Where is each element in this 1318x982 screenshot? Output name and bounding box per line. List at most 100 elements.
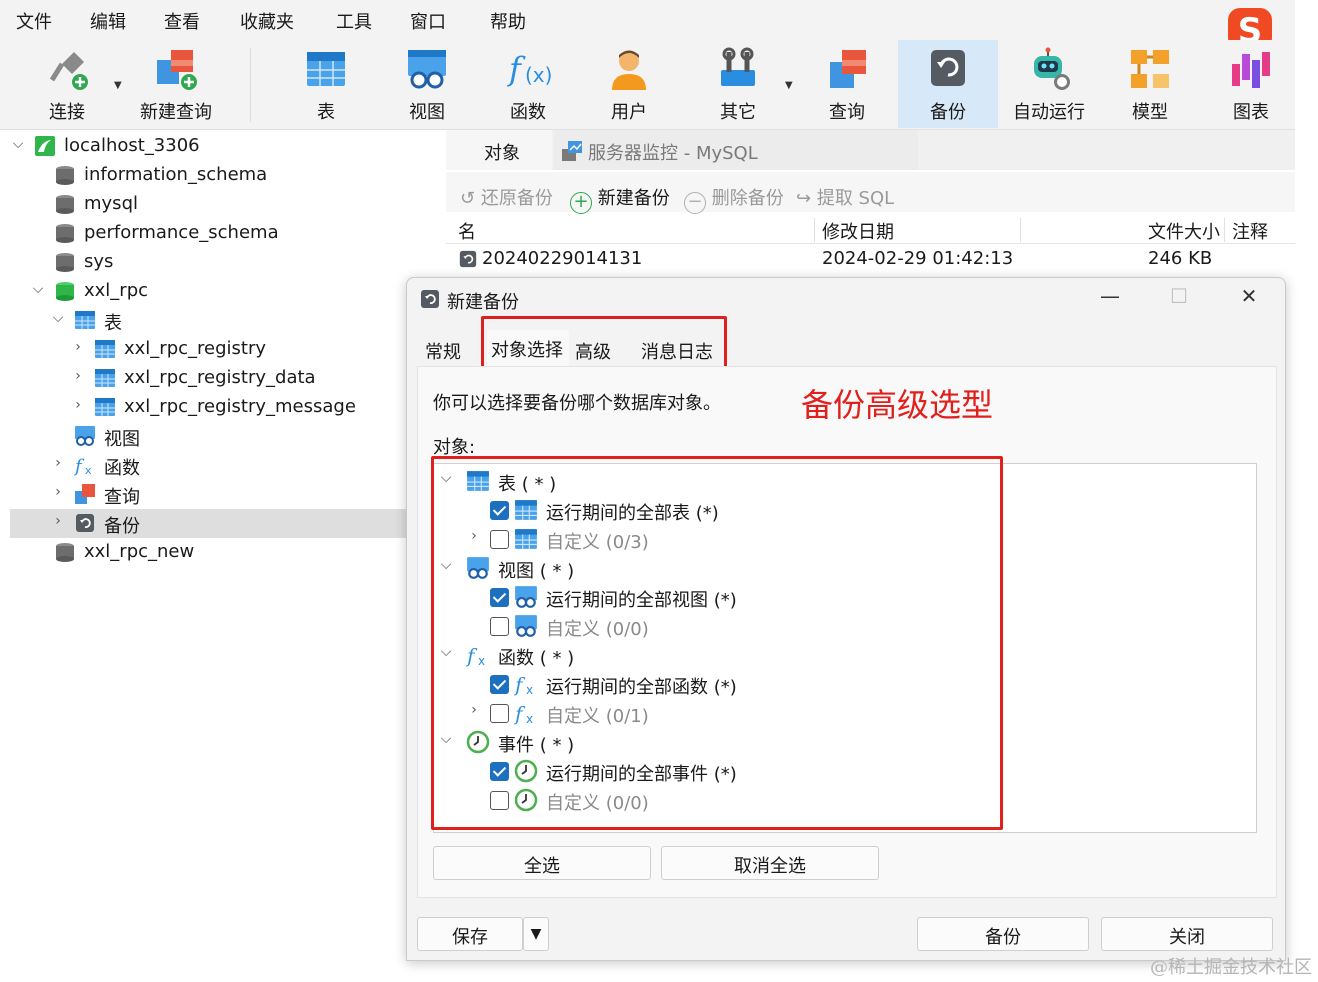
extract-arrow-icon: ↪ bbox=[796, 188, 812, 209]
menu-tools[interactable]: 工具 bbox=[336, 8, 372, 34]
connection-tree: ⌵ localhost_3306 information_schema mysq… bbox=[10, 130, 406, 960]
chevron-right-icon[interactable]: › bbox=[50, 455, 66, 471]
view-icon bbox=[408, 50, 446, 89]
database-open-icon bbox=[56, 282, 74, 301]
connect-dropdown-icon[interactable]: ▼ bbox=[114, 80, 122, 91]
tree-db-performance-schema[interactable]: performance_schema bbox=[10, 219, 406, 248]
query-icon bbox=[830, 50, 866, 88]
restore-backup-button[interactable]: ↺ 还原备份 bbox=[460, 184, 553, 210]
backup-label: 备份 bbox=[930, 102, 966, 123]
model-button[interactable]: 模型 bbox=[1100, 40, 1200, 128]
close-icon[interactable]: ✕ bbox=[1229, 284, 1269, 308]
extract-sql-button[interactable]: ↪ 提取 SQL bbox=[796, 184, 894, 210]
menu-edit[interactable]: 编辑 bbox=[90, 8, 126, 34]
tree-queries-node[interactable]: › 查询 bbox=[10, 480, 406, 509]
menu-view[interactable]: 查看 bbox=[164, 8, 200, 34]
tree-backups-node[interactable]: › 备份 bbox=[10, 509, 406, 538]
table-button[interactable]: 表 bbox=[276, 40, 376, 128]
chevron-right-icon[interactable]: › bbox=[50, 484, 66, 500]
db-name: information_schema bbox=[84, 164, 268, 185]
plug-icon bbox=[49, 52, 88, 90]
tree-db-sys[interactable]: sys bbox=[10, 248, 406, 277]
column-divider[interactable] bbox=[1020, 218, 1021, 242]
user-button[interactable]: 用户 bbox=[579, 40, 679, 128]
backup-button[interactable]: 备份 bbox=[898, 40, 998, 128]
queries-node-label: 查询 bbox=[104, 487, 140, 508]
backup-name: 20240229014131 bbox=[482, 248, 643, 269]
save-button[interactable]: 保存 bbox=[417, 917, 523, 951]
menu-window[interactable]: 窗口 bbox=[410, 8, 446, 34]
menu-help[interactable]: 帮助 bbox=[490, 8, 526, 34]
other-dropdown-icon[interactable]: ▼ bbox=[785, 80, 793, 91]
tree-tables-node[interactable]: ⌵ 表 bbox=[10, 306, 406, 335]
other-button[interactable]: 其它 bbox=[688, 40, 788, 128]
chart-button[interactable]: 图表 bbox=[1201, 40, 1301, 128]
maximize-icon[interactable]: ☐ bbox=[1159, 284, 1199, 308]
tab-general[interactable]: 常规 bbox=[425, 338, 461, 364]
column-header-name[interactable]: 名 bbox=[458, 218, 476, 244]
tools-icon bbox=[721, 47, 755, 86]
tree-db-xxl-rpc[interactable]: ⌵ xxl_rpc bbox=[10, 277, 406, 306]
deselect-all-button[interactable]: 取消全选 bbox=[661, 846, 879, 880]
chevron-right-icon[interactable]: › bbox=[70, 339, 86, 355]
tree-table-item[interactable]: › xxl_rpc_registry bbox=[10, 335, 406, 364]
table-icon bbox=[75, 311, 95, 329]
tree-db-mysql[interactable]: mysql bbox=[10, 190, 406, 219]
chevron-down-icon[interactable]: ⌵ bbox=[30, 281, 46, 297]
select-all-button[interactable]: 全选 bbox=[433, 846, 651, 880]
chevron-right-icon[interactable]: › bbox=[70, 397, 86, 413]
tab-server-monitor[interactable]: 服务器监控 - MySQL bbox=[554, 130, 918, 170]
tree-views-node[interactable]: 视图 bbox=[10, 422, 406, 451]
svg-text:x: x bbox=[85, 464, 92, 476]
function-icon: fx bbox=[74, 456, 92, 476]
chevron-down-icon[interactable]: ⌵ bbox=[10, 136, 26, 152]
menu-favorites[interactable]: 收藏夹 bbox=[240, 8, 294, 34]
db-name: sys bbox=[84, 251, 114, 272]
model-label: 模型 bbox=[1132, 102, 1168, 123]
query-button[interactable]: 查询 bbox=[797, 40, 897, 128]
new-query-button[interactable]: 新建查询 bbox=[126, 40, 226, 128]
tab-objects[interactable]: 对象 bbox=[446, 130, 552, 170]
view-button[interactable]: 视图 bbox=[377, 40, 477, 128]
column-divider[interactable] bbox=[1224, 218, 1225, 242]
db-name: xxl_rpc_new bbox=[84, 541, 195, 562]
svg-text:f: f bbox=[74, 456, 85, 476]
restore-label: 还原备份 bbox=[480, 188, 553, 209]
new-backup-dialog: 新建备份 — ☐ ✕ 常规 对象选择 高级 消息日志 你可以选择要备份哪个数据库… bbox=[406, 277, 1286, 961]
auto-run-label: 自动运行 bbox=[1013, 102, 1085, 123]
backups-node-label: 备份 bbox=[104, 516, 140, 537]
tree-table-item[interactable]: › xxl_rpc_registry_message bbox=[10, 393, 406, 422]
close-button[interactable]: 关闭 bbox=[1101, 917, 1273, 951]
tree-db-xxl-rpc-new[interactable]: xxl_rpc_new bbox=[10, 538, 406, 567]
annotation-highlight-tabs bbox=[481, 316, 727, 370]
menu-file[interactable]: 文件 bbox=[16, 8, 52, 34]
select-all-label: 全选 bbox=[524, 856, 560, 877]
query-label: 查询 bbox=[829, 102, 865, 123]
table-name: xxl_rpc_registry bbox=[124, 338, 267, 359]
chevron-right-icon[interactable]: › bbox=[70, 368, 86, 384]
svg-text:f: f bbox=[507, 50, 526, 88]
tree-functions-node[interactable]: › fx 函数 bbox=[10, 451, 406, 480]
tree-db-information-schema[interactable]: information_schema bbox=[10, 161, 406, 190]
column-header-modified[interactable]: 修改日期 bbox=[822, 218, 894, 244]
tree-table-item[interactable]: › xxl_rpc_registry_data bbox=[10, 364, 406, 393]
delete-backup-button[interactable]: − 删除备份 bbox=[684, 184, 784, 214]
column-header-size[interactable]: 文件大小 bbox=[1148, 218, 1220, 244]
dialog-title: 新建备份 bbox=[447, 292, 519, 313]
new-backup-button[interactable]: + 新建备份 bbox=[570, 184, 670, 214]
column-divider[interactable] bbox=[814, 218, 815, 242]
save-dropdown-button[interactable]: ▼ bbox=[523, 917, 549, 951]
chevron-down-icon[interactable]: ⌵ bbox=[50, 310, 66, 326]
tree-connection[interactable]: ⌵ localhost_3306 bbox=[10, 132, 406, 161]
user-label: 用户 bbox=[611, 102, 647, 123]
connect-button[interactable]: 连接 bbox=[17, 40, 117, 128]
function-button[interactable]: f (x) 函数 bbox=[478, 40, 578, 128]
minimize-icon[interactable]: — bbox=[1090, 284, 1130, 308]
table-icon bbox=[307, 52, 345, 86]
column-header-comment[interactable]: 注释 bbox=[1232, 218, 1268, 244]
table-row[interactable]: 20240229014131 2024-02-29 01:42:13 246 K… bbox=[446, 245, 1295, 275]
auto-run-button[interactable]: 自动运行 bbox=[999, 40, 1099, 128]
backup-icon bbox=[76, 514, 94, 532]
chevron-right-icon[interactable]: › bbox=[50, 513, 66, 529]
backup-start-button[interactable]: 备份 bbox=[917, 917, 1089, 951]
